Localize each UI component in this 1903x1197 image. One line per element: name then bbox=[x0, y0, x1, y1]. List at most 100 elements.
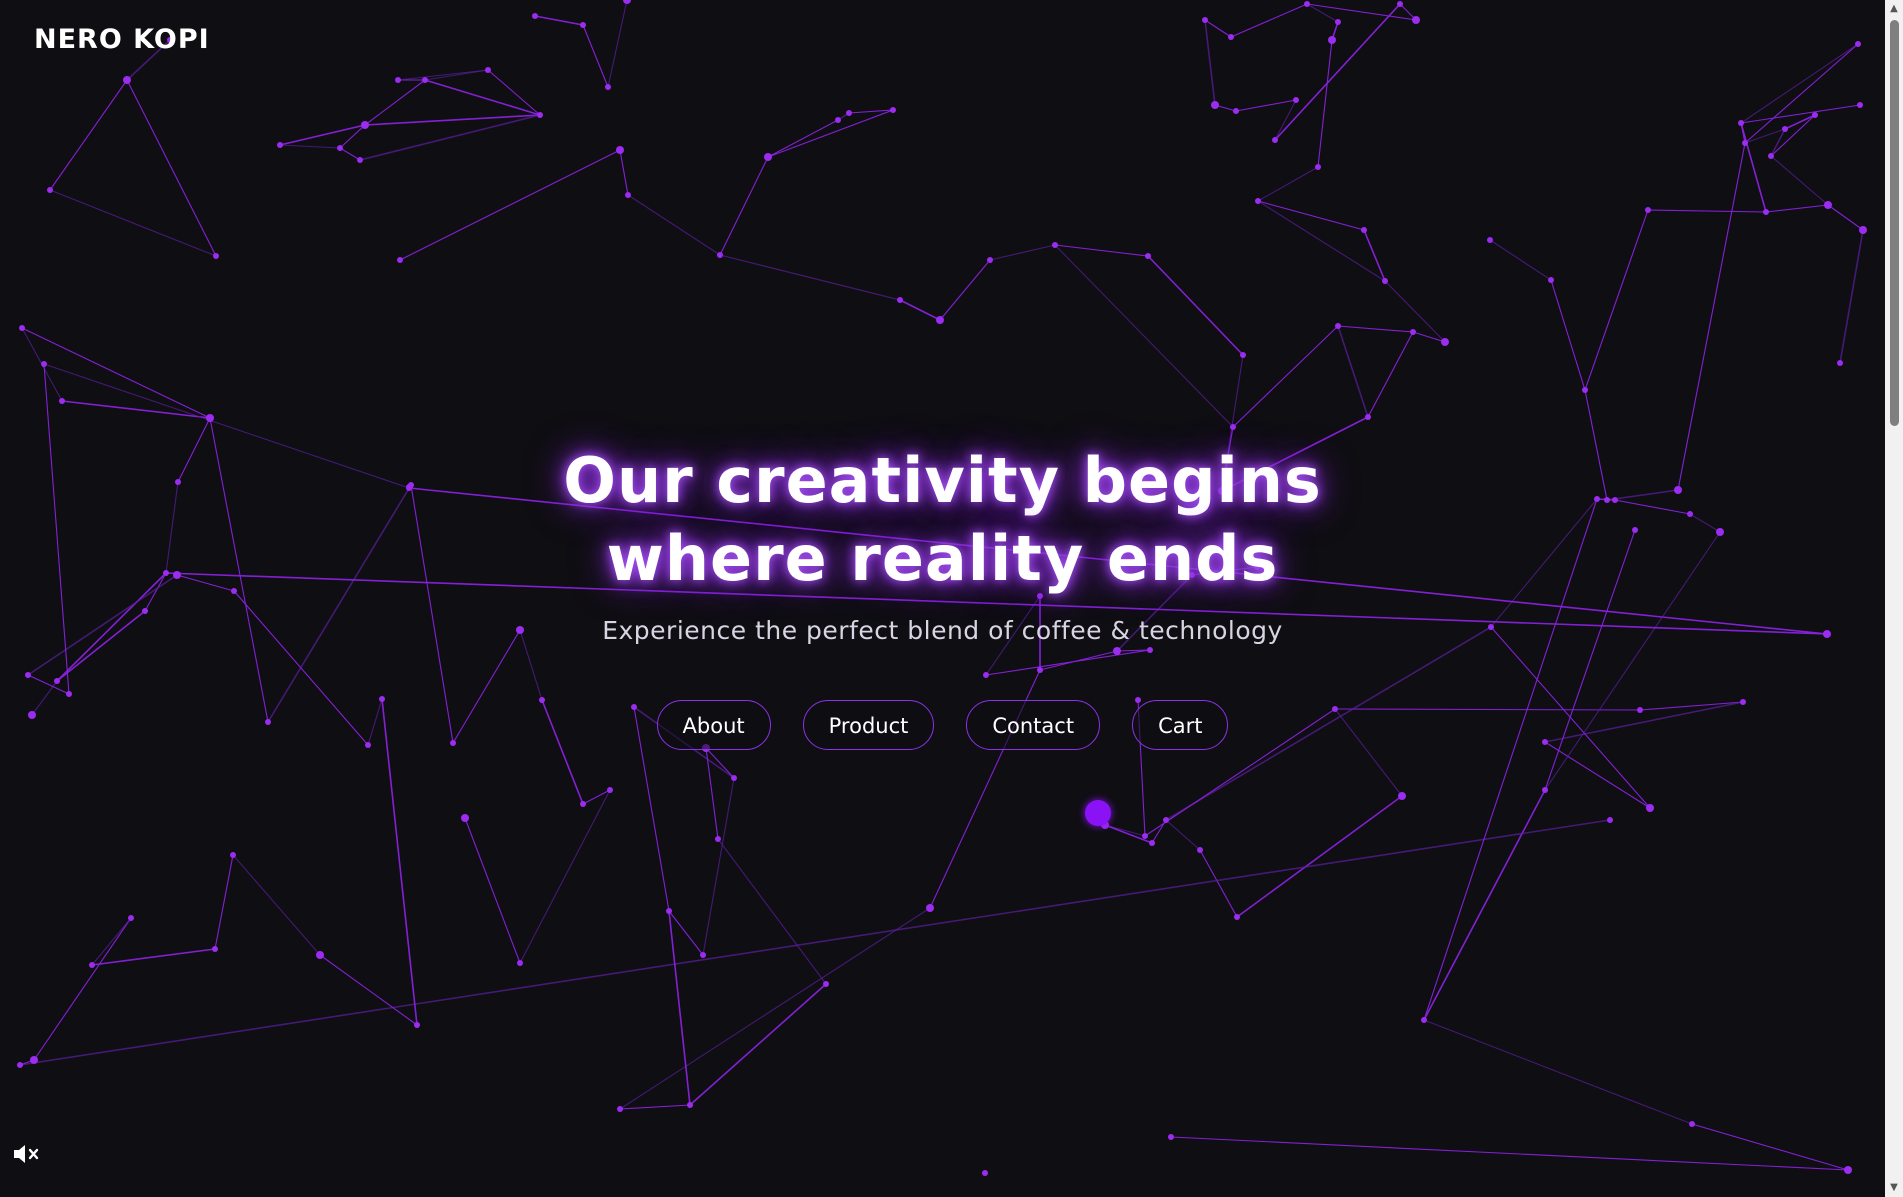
network-line bbox=[1257, 200, 1386, 282]
network-node bbox=[1147, 647, 1153, 653]
network-node bbox=[715, 836, 721, 842]
network-node bbox=[1782, 126, 1788, 132]
network-line bbox=[1230, 3, 1308, 38]
network-node bbox=[25, 672, 31, 678]
network-node bbox=[414, 1022, 420, 1028]
network-line bbox=[33, 917, 132, 1061]
network-line bbox=[279, 144, 341, 149]
network-node bbox=[1304, 1, 1310, 7]
network-line bbox=[1363, 229, 1386, 282]
network-line bbox=[899, 299, 941, 321]
network-line bbox=[1839, 229, 1864, 364]
network-line bbox=[1770, 155, 1829, 206]
triangle-down-icon[interactable]: ▼ bbox=[1885, 1179, 1903, 1197]
network-node bbox=[1382, 278, 1388, 284]
network-line bbox=[985, 649, 1151, 676]
brand-logo[interactable]: NERO KOPI bbox=[34, 24, 210, 55]
about-button[interactable]: About bbox=[656, 700, 771, 750]
network-line bbox=[1740, 104, 1861, 124]
network-line bbox=[126, 79, 217, 257]
network-line bbox=[767, 119, 839, 158]
network-node bbox=[982, 1170, 988, 1176]
network-line bbox=[1204, 19, 1232, 38]
network-line bbox=[1423, 789, 1546, 1021]
scrollbar-thumb[interactable] bbox=[1890, 20, 1899, 426]
network-node bbox=[41, 361, 47, 367]
triangle-up-icon[interactable]: ▲ bbox=[1885, 0, 1903, 18]
page-scrollbar[interactable]: ▲ ▼ bbox=[1885, 0, 1903, 1197]
network-node bbox=[123, 76, 131, 84]
hero-headline: Our creativity begins where reality ends bbox=[0, 442, 1885, 598]
network-node bbox=[422, 77, 428, 83]
network-line bbox=[364, 114, 541, 126]
network-node bbox=[277, 142, 283, 148]
network-node bbox=[617, 1106, 623, 1112]
network-node bbox=[1542, 787, 1548, 793]
network-node bbox=[397, 257, 403, 263]
network-node bbox=[700, 952, 706, 958]
cart-button[interactable]: Cart bbox=[1132, 700, 1229, 750]
network-line bbox=[1765, 204, 1829, 213]
network-line bbox=[1147, 255, 1244, 356]
network-node bbox=[1233, 108, 1239, 114]
network-line bbox=[719, 156, 769, 256]
network-node bbox=[1335, 323, 1341, 329]
network-node bbox=[1052, 242, 1058, 248]
network-node bbox=[764, 153, 772, 161]
network-node bbox=[1149, 840, 1155, 846]
network-node bbox=[1689, 1121, 1695, 1127]
network-node bbox=[1824, 201, 1832, 209]
network-line bbox=[339, 147, 361, 161]
network-line bbox=[1423, 1019, 1693, 1125]
network-node bbox=[532, 13, 538, 19]
network-node bbox=[616, 146, 624, 154]
network-line bbox=[668, 910, 704, 956]
network-line bbox=[1039, 650, 1118, 671]
network-line bbox=[49, 189, 217, 257]
network-node bbox=[1857, 102, 1863, 108]
network-line bbox=[399, 149, 621, 261]
network-node bbox=[1855, 41, 1861, 47]
network-node bbox=[1335, 19, 1341, 25]
network-node bbox=[1738, 120, 1744, 126]
network-node bbox=[316, 951, 324, 959]
product-button[interactable]: Product bbox=[802, 700, 935, 750]
network-line bbox=[534, 15, 584, 26]
headline-line-2: where reality ends bbox=[606, 522, 1279, 595]
network-node bbox=[485, 67, 491, 73]
network-line bbox=[1257, 200, 1365, 231]
network-line bbox=[397, 69, 489, 81]
network-node bbox=[30, 1056, 38, 1064]
network-line bbox=[464, 817, 521, 964]
network-node bbox=[731, 775, 737, 781]
network-line bbox=[1677, 142, 1746, 491]
network-node bbox=[1582, 387, 1588, 393]
network-node bbox=[1272, 137, 1278, 143]
network-node bbox=[625, 192, 631, 198]
network-node bbox=[47, 187, 53, 193]
network-node bbox=[461, 814, 469, 822]
network-node bbox=[1646, 804, 1654, 812]
network-node bbox=[1202, 17, 1208, 23]
network-node bbox=[1240, 352, 1246, 358]
network-line bbox=[61, 400, 211, 419]
network-node bbox=[1142, 833, 1148, 839]
contact-button[interactable]: Contact bbox=[966, 700, 1101, 750]
network-node bbox=[395, 77, 401, 83]
mute-toggle[interactable] bbox=[12, 1142, 44, 1166]
network-node bbox=[537, 112, 543, 118]
network-line bbox=[1054, 244, 1234, 428]
network-node bbox=[1859, 226, 1867, 234]
network-line bbox=[702, 777, 735, 956]
network-node bbox=[1812, 112, 1818, 118]
network-line bbox=[49, 79, 128, 191]
network-line bbox=[21, 327, 211, 419]
network-node bbox=[206, 414, 214, 422]
network-node bbox=[1163, 817, 1169, 823]
network-node bbox=[580, 22, 586, 28]
network-line bbox=[619, 1104, 691, 1110]
network-line bbox=[627, 194, 721, 256]
network-node bbox=[1412, 16, 1420, 24]
network-line bbox=[1337, 325, 1369, 418]
network-node bbox=[835, 117, 841, 123]
